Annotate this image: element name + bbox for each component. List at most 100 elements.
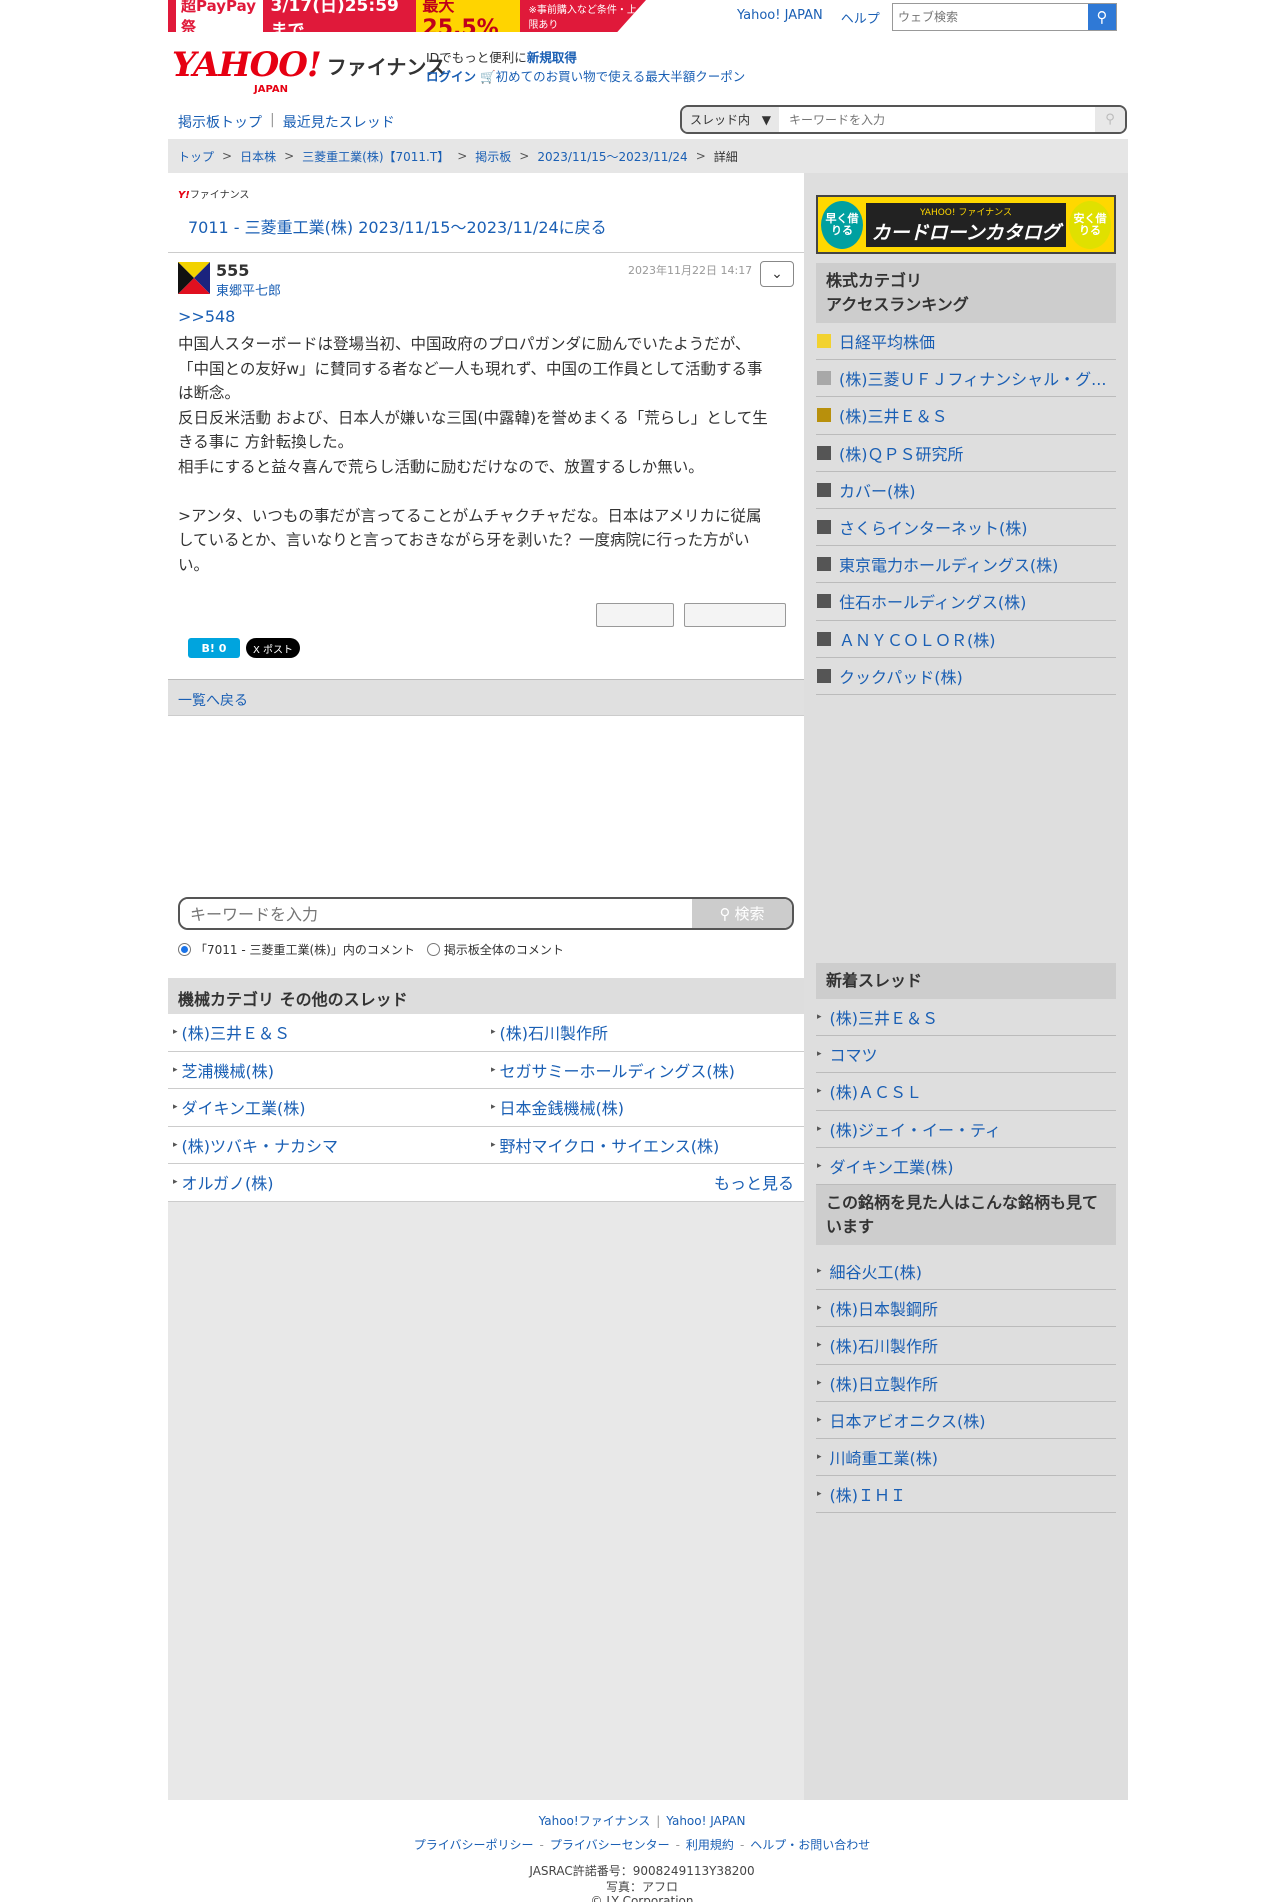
breadcrumb-thread[interactable]: 2023/11/15〜2023/11/24	[537, 148, 687, 165]
breadcrumb-jp-stocks[interactable]: 日本株	[240, 148, 276, 165]
other-thread-link[interactable]: 野村マイクロ・サイエンス(株)	[500, 1133, 720, 1157]
back-to-thread-link[interactable]: 7011 - 三菱重工業(株) 2023/11/15〜2023/11/24に戻る	[188, 214, 607, 238]
list-item[interactable]: ▸ 野村マイクロ・サイエンス(株)	[486, 1133, 804, 1157]
list-item[interactable]: ▸ (株)三井Ｅ＆Ｓ	[816, 999, 1116, 1037]
list-item[interactable]: ▸ 日本アビオニクス(株)	[816, 1402, 1116, 1439]
other-thread-link[interactable]: セガサミーホールディングス(株)	[500, 1058, 735, 1082]
list-item[interactable]: ▸ (株)石川製作所	[816, 1327, 1116, 1365]
ranking-item[interactable]: さくらインターネット(株)	[816, 509, 1116, 547]
list-item[interactable]: ▸ オルガノ(株)	[168, 1170, 486, 1194]
avatar[interactable]	[178, 262, 210, 294]
back-to-list-link[interactable]: 一覧へ戻る	[178, 693, 248, 709]
also-viewed-link[interactable]: 細谷火工(株)	[830, 1259, 923, 1283]
breadcrumb-top[interactable]: トップ	[178, 148, 214, 165]
more-threads-link[interactable]: もっと見る	[714, 1174, 794, 1193]
other-thread-link[interactable]: (株)ツバキ・ナカシマ	[182, 1133, 339, 1157]
hatena-bookmark-button[interactable]: B! 0	[188, 638, 240, 658]
list-item[interactable]: ▸ セガサミーホールディングス(株)	[486, 1058, 804, 1082]
other-thread-link[interactable]: (株)石川製作所	[500, 1020, 609, 1044]
list-item[interactable]: ▸ コマツ	[816, 1036, 1116, 1074]
list-item[interactable]: ▸ 細谷火工(株)	[816, 1253, 1116, 1291]
new-thread-link[interactable]: ダイキン工業(株)	[830, 1154, 954, 1178]
other-thread-link[interactable]: (株)三井Ｅ＆Ｓ	[182, 1020, 291, 1044]
ranking-item-link[interactable]: 東京電力ホールディングス(株)	[839, 552, 1058, 576]
list-item[interactable]: ▸ ダイキン工業(株)	[816, 1148, 1116, 1185]
ranking-item-link[interactable]: ＡＮＹＣＯＬＯＲ(株)	[839, 627, 996, 651]
breadcrumb-board[interactable]: 掲示板	[475, 148, 511, 165]
ranking-item-link[interactable]: クックパッド(株)	[839, 664, 963, 688]
thread-search-input[interactable]	[779, 107, 1095, 132]
privacy-policy-link[interactable]: プライバシーポリシー	[414, 1838, 534, 1852]
list-item[interactable]: ▸ (株)ジェイ・イー・ティ	[816, 1111, 1116, 1148]
help-link[interactable]: ヘルプ	[841, 8, 880, 27]
keyword-search-button[interactable]: ⚲ 検索	[692, 899, 792, 928]
list-item[interactable]: ▸ 日本金銭機械(株)	[486, 1095, 804, 1119]
ranking-item-link[interactable]: カバー(株)	[839, 478, 916, 502]
list-item[interactable]: ▸ (株)日本製鋼所	[816, 1290, 1116, 1328]
like-button[interactable]	[596, 603, 674, 627]
footer-finance-link[interactable]: Yahoo!ファイナンス	[539, 1814, 651, 1828]
ranking-item[interactable]: 日経平均株価	[816, 323, 1116, 361]
dislike-button[interactable]	[684, 603, 786, 627]
ranking-item[interactable]: ＡＮＹＣＯＬＯＲ(株)	[816, 621, 1116, 658]
also-viewed-link[interactable]: (株)日立製作所	[830, 1371, 939, 1395]
footer-yahoo-link[interactable]: Yahoo! JAPAN	[666, 1814, 745, 1828]
recent-threads-link[interactable]: 最近見たスレッド	[283, 112, 395, 132]
privacy-center-link[interactable]: プライバシーセンター	[550, 1838, 670, 1852]
help-contact-link[interactable]: ヘルプ・お問い合わせ	[750, 1838, 870, 1852]
ranking-item[interactable]: 東京電力ホールディングス(株)	[816, 546, 1116, 584]
ranking-item[interactable]: クックパッド(株)	[816, 658, 1116, 695]
list-item[interactable]: ▸ 川崎重工業(株)	[816, 1439, 1116, 1477]
ranking-item-link[interactable]: さくらインターネット(株)	[839, 515, 1028, 539]
post-menu-button[interactable]: ⌄	[760, 261, 794, 287]
web-search-input[interactable]	[893, 4, 1088, 30]
thread-search-scope[interactable]: スレッド内 ▼	[682, 107, 779, 132]
reply-anchor-link[interactable]: >>548	[178, 307, 235, 326]
other-thread-link[interactable]: 芝浦機械(株)	[182, 1058, 275, 1082]
new-thread-link[interactable]: (株)ＡＣＳＬ	[830, 1079, 923, 1103]
radio-all-scope[interactable]: 掲示板全体のコメント	[426, 941, 564, 958]
ranking-item[interactable]: (株)ＱＰＳ研究所	[816, 435, 1116, 472]
list-item[interactable]: ▸ 芝浦機械(株)	[168, 1058, 486, 1082]
promo-banner[interactable]: 超PayPay祭 3/17(日)25:59まで 最大25.5% ※事前購入など条…	[168, 0, 646, 32]
other-thread-link[interactable]: 日本金銭機械(株)	[500, 1095, 625, 1119]
new-thread-link[interactable]: (株)三井Ｅ＆Ｓ	[830, 1005, 939, 1029]
new-thread-link[interactable]: コマツ	[830, 1042, 878, 1066]
ranking-item[interactable]: (株)三井Ｅ＆Ｓ	[816, 397, 1116, 435]
card-loan-ad[interactable]: 早く借りる YAHOO! ファイナンス カードローンカタログ 安く借りる	[816, 195, 1116, 254]
x-post-button[interactable]: X ポスト	[246, 638, 300, 658]
ranking-item-link[interactable]: 日経平均株価	[839, 329, 935, 353]
ranking-item[interactable]: カバー(株)	[816, 472, 1116, 509]
keyword-input[interactable]	[180, 899, 692, 928]
search-icon[interactable]: ⚲	[1088, 4, 1116, 30]
terms-link[interactable]: 利用規約	[686, 1838, 734, 1852]
list-item[interactable]: ▸ (株)石川製作所	[486, 1020, 804, 1044]
breadcrumb-stock[interactable]: 三菱重工業(株)【7011.T】	[302, 148, 449, 165]
also-viewed-link[interactable]: 川崎重工業(株)	[830, 1445, 939, 1469]
yahoo-japan-link[interactable]: Yahoo! JAPAN	[737, 8, 823, 27]
signup-link[interactable]: 新規取得	[527, 50, 577, 65]
login-link[interactable]: ログイン	[426, 69, 476, 84]
other-thread-link[interactable]: オルガノ(株)	[182, 1170, 274, 1194]
list-item[interactable]: ▸ (株)日立製作所	[816, 1365, 1116, 1402]
radio-thread-scope[interactable]: 「7011 - 三菱重工業(株)」内のコメント	[178, 941, 415, 958]
list-item[interactable]: ▸ (株)ツバキ・ナカシマ	[168, 1133, 486, 1157]
ranking-item-link[interactable]: (株)三井Ｅ＆Ｓ	[839, 403, 948, 427]
search-icon[interactable]: ⚲	[1095, 107, 1125, 132]
list-item[interactable]: ▸ (株)ＡＣＳＬ	[816, 1073, 1116, 1111]
other-thread-link[interactable]: ダイキン工業(株)	[182, 1095, 306, 1119]
ranking-item-link[interactable]: (株)三菱ＵＦＪフィナンシャル・グ...	[839, 366, 1106, 390]
also-viewed-link[interactable]: 日本アビオニクス(株)	[830, 1408, 986, 1432]
list-item[interactable]: ▸ ダイキン工業(株)	[168, 1095, 486, 1119]
list-item[interactable]: ▸ (株)三井Ｅ＆Ｓ	[168, 1020, 486, 1044]
coupon-link[interactable]: 初めてのお買い物で使える最大半額クーポン	[496, 69, 746, 84]
site-logo[interactable]: YAHOO! JAPAN ファイナンス	[172, 48, 446, 95]
ranking-item-link[interactable]: 住石ホールディングス(株)	[839, 589, 1026, 613]
ranking-item[interactable]: 住石ホールディングス(株)	[816, 583, 1116, 621]
board-top-link[interactable]: 掲示板トップ	[178, 112, 262, 132]
also-viewed-link[interactable]: (株)ＩＨＩ	[830, 1482, 907, 1506]
new-thread-link[interactable]: (株)ジェイ・イー・ティ	[830, 1117, 1002, 1141]
ranking-item[interactable]: (株)三菱ＵＦＪフィナンシャル・グ...	[816, 360, 1116, 398]
also-viewed-link[interactable]: (株)石川製作所	[830, 1333, 939, 1357]
also-viewed-link[interactable]: (株)日本製鋼所	[830, 1296, 939, 1320]
